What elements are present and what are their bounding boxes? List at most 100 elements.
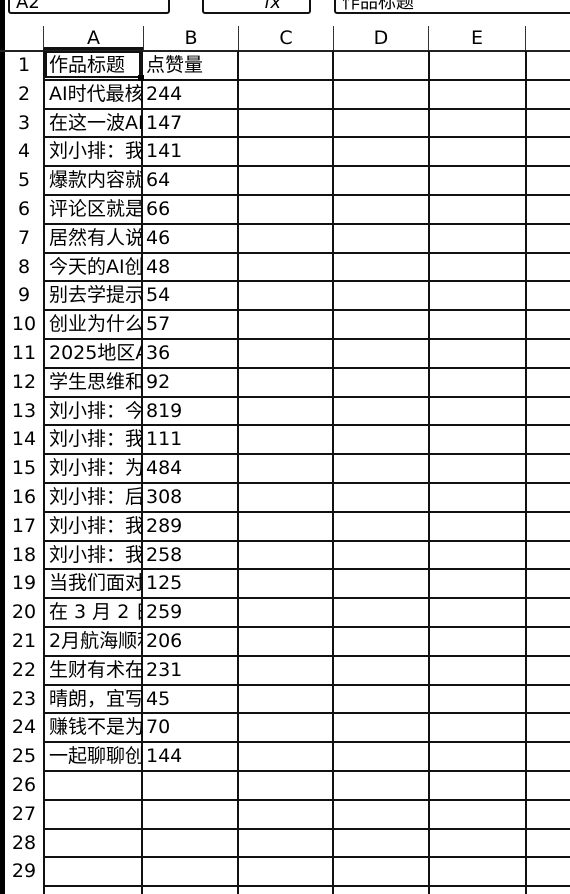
cell-b[interactable]: 66 (146, 195, 236, 224)
cell-a[interactable]: 别去学提示 (49, 281, 142, 310)
row-header[interactable]: 21 (5, 627, 43, 656)
cell-a[interactable]: 爆款内容就 (49, 166, 142, 195)
cell-b[interactable]: 819 (146, 397, 236, 426)
cell-b[interactable] (146, 771, 236, 800)
cell-b[interactable]: 点赞量 (146, 51, 236, 80)
cell-a[interactable]: 刘小排：为 (49, 454, 142, 483)
cell-b[interactable]: 48 (146, 253, 236, 282)
row-header[interactable]: 29 (5, 857, 43, 886)
cell-a[interactable] (49, 800, 142, 829)
select-all-corner[interactable] (5, 26, 43, 50)
row-header[interactable]: 4 (5, 137, 43, 166)
row-header[interactable]: 8 (5, 253, 43, 282)
row-header[interactable]: 12 (5, 368, 43, 397)
cell-a[interactable] (49, 857, 142, 886)
cell-b[interactable] (146, 857, 236, 886)
fx-button[interactable]: fx (202, 0, 311, 14)
formula-input[interactable]: 作品标题 (334, 0, 570, 14)
cell-a[interactable]: 刘小排：后 (49, 483, 142, 512)
row-header[interactable]: 27 (5, 800, 43, 829)
row-header[interactable]: 10 (5, 310, 43, 339)
cell-b[interactable]: 308 (146, 483, 236, 512)
active-cell-border (45, 51, 141, 78)
cell-a[interactable]: 晴朗，宜写 (49, 685, 142, 714)
cell-b[interactable]: 289 (146, 512, 236, 541)
fill-handle[interactable] (138, 75, 144, 81)
row-header[interactable]: 6 (5, 195, 43, 224)
column-header-a[interactable]: A (43, 26, 143, 50)
row-header[interactable]: 18 (5, 541, 43, 570)
cell-a[interactable] (49, 829, 142, 858)
cell-a[interactable] (49, 771, 142, 800)
row-header[interactable]: 25 (5, 742, 43, 771)
cell-b[interactable]: 484 (146, 454, 236, 483)
row-header[interactable]: 24 (5, 713, 43, 742)
cell-b[interactable]: 206 (146, 627, 236, 656)
cell-a[interactable]: 刘小排：我 (49, 541, 142, 570)
cell-b[interactable]: 36 (146, 339, 236, 368)
cell-b[interactable]: 258 (146, 541, 236, 570)
cell-b[interactable]: 92 (146, 368, 236, 397)
row-header[interactable]: 5 (5, 166, 43, 195)
row-header[interactable]: 13 (5, 397, 43, 426)
row-header[interactable]: 11 (5, 339, 43, 368)
row-header[interactable]: 22 (5, 656, 43, 685)
column-header-bar: A B C D E (0, 26, 570, 52)
cell-b[interactable]: 259 (146, 598, 236, 627)
row-header[interactable]: 23 (5, 685, 43, 714)
cell-b[interactable]: 231 (146, 656, 236, 685)
cell-a[interactable]: 2025地区AI (49, 339, 142, 368)
row-header[interactable]: 1 (5, 51, 43, 80)
cell-b[interactable] (146, 800, 236, 829)
cell-a[interactable]: 生财有术在 (49, 656, 142, 685)
cell-b[interactable]: 144 (146, 742, 236, 771)
cell-a[interactable]: 当我们面对 (49, 569, 142, 598)
column-header-d[interactable]: D (333, 26, 428, 50)
row-header[interactable]: 2 (5, 80, 43, 109)
cell-b[interactable]: 125 (146, 569, 236, 598)
column-header-b[interactable]: B (143, 26, 238, 50)
cell-b[interactable]: 141 (146, 137, 236, 166)
cell-a[interactable]: 居然有人说 (49, 224, 142, 253)
name-box[interactable]: A2 (8, 0, 170, 14)
cell-a[interactable]: 一起聊聊创 (49, 742, 142, 771)
row-header[interactable]: 3 (5, 109, 43, 138)
row-header[interactable]: 7 (5, 224, 43, 253)
cell-b[interactable]: 64 (146, 166, 236, 195)
cell-a[interactable]: 赚钱不是为 (49, 713, 142, 742)
row-header[interactable]: 14 (5, 425, 43, 454)
cell-a[interactable]: AI时代最核心 (49, 80, 142, 109)
cell-b[interactable]: 244 (146, 80, 236, 109)
row-header[interactable]: 28 (5, 829, 43, 858)
cell-b[interactable]: 54 (146, 281, 236, 310)
cell-a[interactable]: 刘小排：我 (49, 512, 142, 541)
cell-a[interactable]: 刘小排：今 (49, 397, 142, 426)
cell-b[interactable] (146, 829, 236, 858)
cell-a[interactable]: 创业为什么 (49, 310, 142, 339)
row-header[interactable]: 20 (5, 598, 43, 627)
column-header-e[interactable]: E (428, 26, 525, 50)
cell-a[interactable]: 刘小排：我 (49, 425, 142, 454)
cell-a[interactable]: 在 3 月 2 日 (49, 598, 142, 627)
row-header[interactable]: 15 (5, 454, 43, 483)
gridline-vertical (428, 51, 430, 894)
row-header[interactable]: 16 (5, 483, 43, 512)
cell-a[interactable]: 今天的AI创 (49, 253, 142, 282)
cell-b[interactable]: 147 (146, 109, 236, 138)
cell-b[interactable]: 57 (146, 310, 236, 339)
cell-a[interactable]: 2月航海顺利 (49, 627, 142, 656)
row-header[interactable]: 19 (5, 569, 43, 598)
cell-a[interactable]: 刘小排：我 (49, 137, 142, 166)
row-header[interactable]: 9 (5, 281, 43, 310)
cell-a[interactable]: 学生思维和 (49, 368, 142, 397)
row-header[interactable]: 17 (5, 512, 43, 541)
cell-b[interactable]: 45 (146, 685, 236, 714)
row-header[interactable]: 26 (5, 771, 43, 800)
column-header-f[interactable] (525, 26, 570, 50)
cell-b[interactable]: 111 (146, 425, 236, 454)
cell-a[interactable]: 评论区就是 (49, 195, 142, 224)
cell-b[interactable]: 70 (146, 713, 236, 742)
cell-b[interactable]: 46 (146, 224, 236, 253)
column-header-c[interactable]: C (238, 26, 333, 50)
cell-a[interactable]: 在这一波AI (49, 109, 142, 138)
